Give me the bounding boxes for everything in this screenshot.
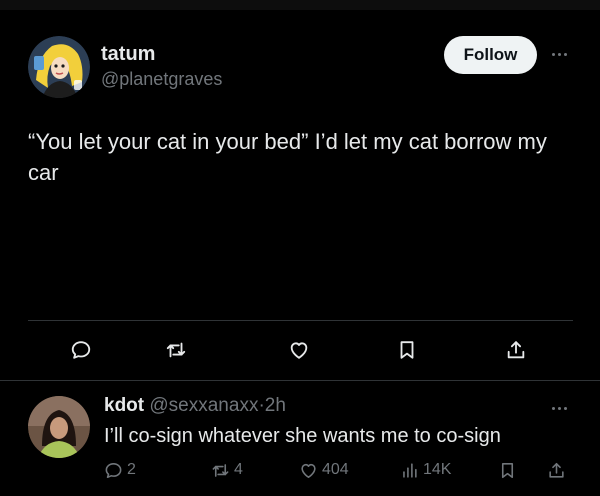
views-icon <box>403 462 417 478</box>
avatar[interactable] <box>28 396 90 458</box>
like-button[interactable]: 404 <box>299 458 349 482</box>
repost-icon[interactable] <box>161 336 191 364</box>
like-icon[interactable] <box>284 336 314 364</box>
like-icon <box>301 463 316 478</box>
bookmark-button[interactable] <box>498 458 517 482</box>
reply-timestamp[interactable]: 2h <box>265 395 286 416</box>
reply-icon[interactable] <box>66 336 96 364</box>
like-count: 404 <box>322 461 349 478</box>
avatar[interactable] <box>28 36 90 98</box>
views-button[interactable]: 14K <box>400 458 451 482</box>
repost-button[interactable]: 4 <box>211 458 243 482</box>
share-icon[interactable] <box>501 336 531 364</box>
view-count: 14K <box>423 461 452 478</box>
post-text: “You let your cat in your bed” I’d let m… <box>28 129 547 185</box>
author-handle[interactable]: @planetgraves <box>101 69 222 90</box>
share-icon <box>549 462 564 478</box>
more-options-icon[interactable] <box>545 398 573 418</box>
top-band <box>0 0 600 10</box>
reply-text: I’ll co-sign whatever she wants me to co… <box>104 425 501 447</box>
bookmark-icon[interactable] <box>392 336 422 364</box>
share-button[interactable] <box>547 458 566 482</box>
main-post: tatum @planetgraves Follow “You let your… <box>0 10 600 380</box>
reply-author-handle[interactable]: @sexxanaxx <box>149 395 258 416</box>
divider <box>0 380 600 381</box>
reply-header: kdot @sexxanaxx·2h <box>104 395 286 417</box>
reply-button[interactable]: 2 <box>104 458 136 482</box>
reply-icon <box>105 462 122 478</box>
follow-button[interactable]: Follow <box>444 36 537 74</box>
repost-count: 4 <box>234 461 243 478</box>
more-options-icon[interactable] <box>545 44 573 64</box>
repost-icon <box>212 463 229 477</box>
author-name[interactable]: tatum <box>101 43 155 66</box>
bookmark-icon <box>501 462 514 478</box>
reply-count: 2 <box>127 461 136 478</box>
divider <box>28 320 573 321</box>
reply-author-name[interactable]: kdot <box>104 395 144 416</box>
